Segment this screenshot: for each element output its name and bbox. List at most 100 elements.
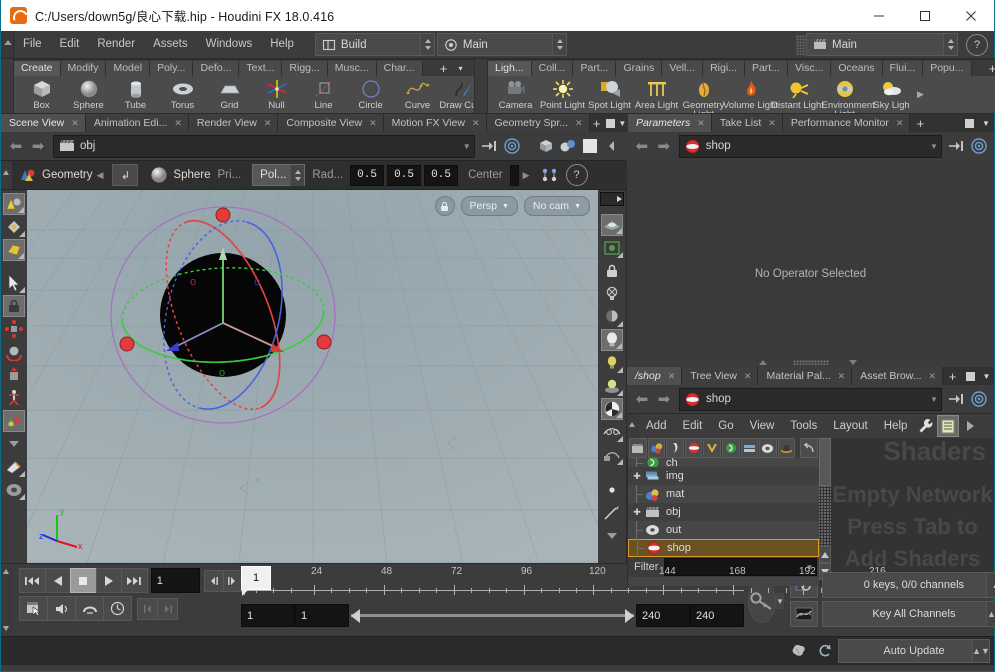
close-icon[interactable]: ✕ (575, 118, 583, 129)
jump-to-end-button[interactable] (121, 568, 148, 593)
shelf-tool-circle[interactable]: Circle (347, 76, 394, 110)
wrench-icon[interactable] (915, 415, 937, 437)
lock-icon[interactable] (3, 295, 25, 317)
scene-path-input[interactable]: obj ▼ (53, 134, 475, 158)
display-options-icon[interactable] (601, 214, 623, 236)
network-menu-view[interactable]: View (742, 414, 783, 438)
network-path-back-button[interactable]: ⬅ (631, 388, 653, 410)
network-path-input[interactable]: shop ▼ (679, 387, 942, 411)
close-icon[interactable]: ✕ (838, 371, 846, 382)
shelf-right-more-icon[interactable]: ▶ (917, 89, 924, 100)
viewport-lock-icon[interactable] (601, 260, 623, 282)
close-icon[interactable]: ✕ (369, 118, 377, 129)
range-end-field[interactable]: 240 (690, 604, 744, 627)
shelf-tab-particlefluids[interactable]: Part... (744, 61, 788, 76)
close-icon[interactable]: ✕ (71, 118, 79, 129)
tab-tree-view[interactable]: Tree View ✕ (682, 367, 759, 385)
chevron-down-icon[interactable]: ▼ (460, 142, 474, 151)
close-icon[interactable]: ✕ (668, 371, 676, 382)
time-settings-button[interactable] (103, 596, 132, 621)
shelf-tool-volume-light[interactable]: Volume Light (723, 76, 778, 110)
params-pane-maximize[interactable] (960, 114, 978, 132)
params-path-input[interactable]: shop ▼ (678, 134, 942, 158)
range-slider[interactable] (351, 605, 634, 626)
shelf-tool-area-light[interactable]: Area Light (633, 76, 680, 110)
tab-asset-browser[interactable]: Asset Brow... ✕ (852, 367, 944, 385)
tab-shop-network[interactable]: /shop ✕ (627, 367, 683, 385)
update-mode-spinner[interactable]: ▲▼ (972, 640, 990, 662)
shelf-tool-point-light[interactable]: Point Light (539, 76, 586, 110)
shelf-tool-sphere[interactable]: Sphere (65, 76, 112, 110)
network-canvas[interactable]: Shaders Empty Network Press Tab to Add S… (831, 438, 994, 586)
close-icon[interactable]: ✕ (896, 118, 904, 129)
shelf-tab-lights[interactable]: Ligh... (488, 61, 532, 76)
pin-icon[interactable] (479, 135, 501, 157)
shelf-tool-torus[interactable]: Torus (159, 76, 206, 110)
key-options-dropdown[interactable]: ▼ (776, 593, 784, 609)
cursor-icon[interactable] (3, 272, 25, 294)
menu-render[interactable]: Render (88, 31, 144, 58)
guide-options-icon[interactable] (601, 237, 623, 259)
tree-row-mat[interactable]: mat (628, 485, 819, 503)
play-forward-button[interactable] (95, 568, 123, 593)
shelf-tool-camera[interactable]: Camera (492, 76, 539, 110)
tree-row-ch[interactable]: ch (628, 458, 819, 467)
splitter-up-icon[interactable] (759, 360, 767, 365)
viewport-camera-dropdown[interactable]: No cam ▼ (523, 196, 590, 216)
menu-help[interactable]: Help (261, 31, 303, 58)
shelf-tab-oceans[interactable]: Oceans (831, 61, 883, 76)
material-display-icon[interactable] (601, 398, 623, 420)
keys-channels-expand-icon[interactable]: ▲ (985, 573, 995, 597)
key-all-channels-button[interactable]: Key All Channels ▲▼ (821, 601, 995, 627)
step-back-button[interactable] (204, 569, 224, 592)
tree-row-img[interactable]: ✚ img (628, 467, 819, 485)
scene-pane-menu[interactable]: ▼ (616, 114, 628, 132)
network-menu-edit[interactable]: Edit (674, 414, 710, 438)
network-pane-menu[interactable]: ▼ (978, 367, 994, 385)
shelf-left-add-tab[interactable]: + (435, 61, 453, 76)
obj-icon[interactable] (629, 438, 647, 458)
shelf-tab-fluids[interactable]: Flui... (882, 61, 924, 76)
params-pin-icon[interactable] (946, 135, 968, 157)
pane-splitter[interactable] (627, 358, 994, 367)
shop-icon[interactable] (684, 438, 703, 458)
playback-end-field[interactable]: 240 (636, 604, 690, 627)
dop-icon[interactable] (721, 438, 740, 458)
target-locate-icon[interactable] (501, 135, 523, 157)
viewport-main-spinner[interactable] (551, 34, 566, 55)
params-pane-add-tab[interactable]: + (910, 114, 931, 132)
update-mode-button[interactable]: Auto Update ▲▼ (838, 639, 990, 663)
param-jump-button[interactable]: ↲ (112, 164, 139, 186)
xray-shading-icon[interactable] (601, 421, 623, 443)
tab-motion-fx-view[interactable]: Motion FX View ✕ (383, 114, 487, 132)
ambient-occlusion-icon[interactable] (601, 375, 623, 397)
scroll-thumb[interactable] (819, 438, 831, 486)
takes-main-combo[interactable]: Main (806, 33, 958, 56)
desktop-build-combo[interactable]: Build (314, 33, 435, 56)
timeline-ruler[interactable]: 24 48 72 96 120 144 168 192 216 (241, 566, 886, 600)
audio-panel-button[interactable] (47, 596, 76, 621)
tab-material-palette[interactable]: Material Pal... ✕ (758, 367, 853, 385)
uv-shading-icon[interactable] (601, 444, 623, 466)
params-target-locate-icon[interactable] (968, 135, 990, 157)
paint-tool-icon[interactable] (3, 456, 25, 478)
shelf-tab-texture[interactable]: Text... (239, 61, 283, 76)
out-icon[interactable] (759, 438, 777, 458)
jump-back-icon[interactable] (800, 438, 818, 458)
shelf-tab-characters[interactable]: Char... (376, 61, 423, 76)
node-graph-icon[interactable] (540, 165, 560, 185)
close-button[interactable] (948, 0, 994, 31)
maximize-button[interactable] (902, 0, 948, 31)
shelf-tab-deform[interactable]: Defo... (193, 61, 240, 76)
chevron-down-icon[interactable]: ▼ (927, 395, 941, 404)
snapshot-icon[interactable] (579, 135, 601, 157)
param-radius-x[interactable]: 0.5 (350, 164, 385, 186)
shelf-left-menu[interactable]: ▾ (453, 61, 469, 76)
play-arrow-icon[interactable] (959, 415, 981, 437)
timeline-playhead[interactable]: 1 (241, 566, 271, 596)
close-icon[interactable]: ✕ (768, 118, 776, 129)
headlight-on-icon[interactable] (601, 329, 623, 351)
close-icon[interactable]: ✕ (174, 118, 182, 129)
tab-animation-editor[interactable]: Animation Edi... ✕ (85, 114, 189, 132)
network-tree-scrollbar[interactable] (819, 438, 831, 586)
